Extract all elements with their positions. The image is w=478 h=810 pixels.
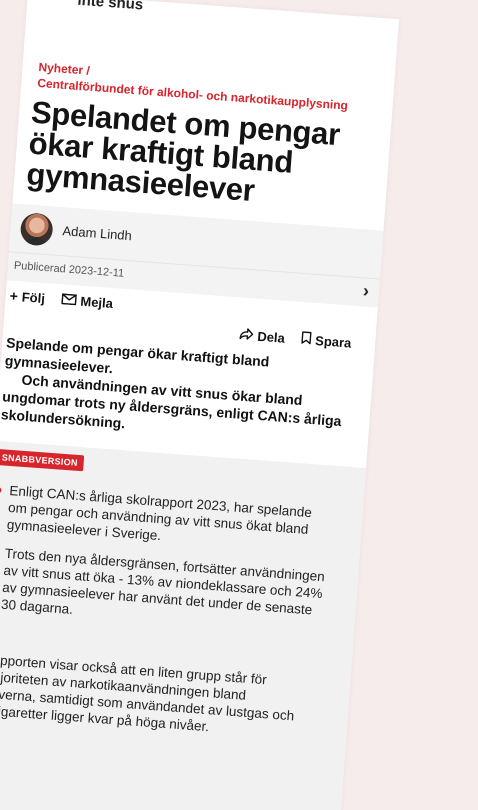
- mail-button[interactable]: Mejla: [61, 291, 114, 311]
- save-label: Spara: [314, 332, 352, 351]
- mail-icon: [61, 291, 77, 308]
- article-headline: Spelandet om pengar ökar kraftigt bland …: [25, 94, 342, 209]
- chevron-right-icon[interactable]: ›: [362, 280, 369, 301]
- article-page: inte snus Nyheter / Centralförbundet för…: [0, 0, 400, 810]
- summary-bullets: Enligt CAN:s årliga skolrapport 2023, ha…: [0, 481, 331, 648]
- publish-date: Publicerad 2023-12-11: [13, 259, 125, 280]
- author-name[interactable]: Adam Lindh: [62, 223, 132, 243]
- follow-label: Följ: [21, 288, 46, 306]
- save-button[interactable]: Spara: [301, 331, 352, 351]
- summary-bullet: Trots den nya åldersgränsen, fortsätter …: [0, 544, 327, 636]
- article-lead: Spelande om pengar ökar kraftigt bland g…: [0, 333, 358, 449]
- mail-label: Mejla: [79, 293, 114, 311]
- quick-summary-box: SNABBVERSION Enligt CAN:s årliga skolrap…: [0, 440, 367, 810]
- previous-text-fragment: inte snus: [76, 0, 144, 14]
- bookmark-icon: [301, 331, 312, 348]
- plus-icon: +: [9, 287, 19, 305]
- author-avatar: [19, 212, 54, 247]
- screenshot-scene: inte snus Nyheter / Centralförbundet för…: [0, 0, 478, 810]
- follow-button[interactable]: + Följ: [9, 287, 45, 306]
- summary-bullet: Enligt CAN:s årliga skolrapport 2023, ha…: [0, 481, 331, 556]
- share-button[interactable]: Dela: [239, 326, 286, 345]
- summary-paragraph: Rapporten visar också att en liten grupp…: [0, 651, 295, 735]
- share-icon: [239, 326, 254, 343]
- share-label: Dela: [256, 328, 286, 346]
- summary-badge: SNABBVERSION: [0, 448, 85, 472]
